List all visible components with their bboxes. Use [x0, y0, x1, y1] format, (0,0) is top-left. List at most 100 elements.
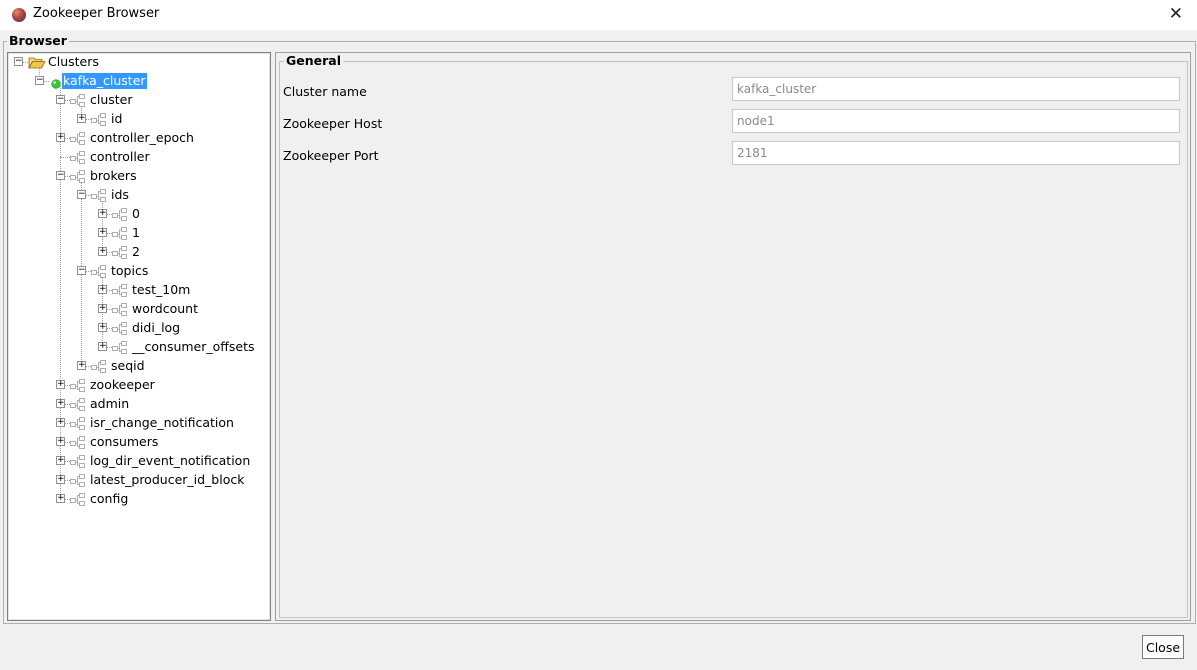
tree-node[interactable]: controller	[8, 148, 270, 167]
folder-open-icon	[28, 56, 46, 72]
collapse-icon[interactable]: −	[14, 57, 23, 66]
collapse-icon[interactable]: −	[56, 95, 65, 104]
tree-node-label: topics	[111, 263, 149, 278]
cluster-name-field[interactable]	[732, 77, 1180, 101]
zookeeper-host-field[interactable]	[732, 109, 1180, 133]
expand-icon[interactable]: +	[56, 494, 65, 503]
znode-icon	[91, 189, 107, 205]
collapse-icon[interactable]: −	[77, 190, 86, 199]
tree-node-label: 0	[132, 206, 140, 221]
tree-node-label: didi_log	[132, 320, 181, 335]
expand-icon[interactable]: +	[56, 456, 65, 465]
general-panel: General Cluster name Zookeeper Host Zook…	[275, 52, 1191, 621]
collapse-icon[interactable]: −	[35, 76, 44, 85]
expand-icon[interactable]: +	[56, 475, 65, 484]
tree-node-label: test_10m	[132, 282, 191, 297]
expand-icon[interactable]: +	[98, 323, 107, 332]
znode-icon	[112, 303, 128, 319]
zookeeper-port-label: Zookeeper Port	[283, 148, 379, 163]
tree-node[interactable]: + admin	[8, 395, 270, 414]
tree-node-label: id	[111, 111, 123, 126]
expand-icon[interactable]: +	[56, 380, 65, 389]
tree-node[interactable]: − cluster	[8, 91, 270, 110]
znode-icon	[112, 322, 128, 338]
title-bar[interactable]: Zookeeper Browser ✕	[0, 0, 1197, 30]
zookeeper-browser-window: Zookeeper Browser ✕ Browser − Clusters − ka…	[0, 0, 1197, 670]
collapse-icon[interactable]: −	[56, 171, 65, 180]
expand-icon[interactable]: +	[98, 285, 107, 294]
tree-node-label: seqid	[111, 358, 145, 373]
expand-icon[interactable]: +	[56, 133, 65, 142]
znode-icon	[112, 246, 128, 262]
connected-status-icon	[51, 77, 61, 92]
tree-node[interactable]: + id	[8, 110, 270, 129]
browser-group-legend: Browser	[7, 33, 69, 48]
close-button[interactable]: Close	[1142, 635, 1184, 659]
tree-node[interactable]: − brokers	[8, 167, 270, 186]
znode-icon	[70, 151, 86, 167]
expand-icon[interactable]: +	[98, 304, 107, 313]
tree-node[interactable]: + wordcount	[8, 300, 270, 319]
tree-node-label: controller_epoch	[90, 130, 194, 145]
tree-node-label: controller	[90, 149, 150, 164]
cluster-tree[interactable]: − Clusters − kafka_cluster − cluster + id + contr…	[7, 52, 271, 621]
znode-icon	[112, 284, 128, 300]
znode-icon	[91, 265, 107, 281]
tree-node-label: config	[90, 491, 129, 506]
znode-icon	[112, 227, 128, 243]
zookeeper-port-field[interactable]	[732, 141, 1180, 165]
tree-node-label: isr_change_notification	[90, 415, 234, 430]
tree-node[interactable]: + latest_producer_id_block	[8, 471, 270, 490]
expand-icon[interactable]: +	[56, 418, 65, 427]
expand-icon[interactable]: +	[98, 209, 107, 218]
tree-node-label: kafka_cluster	[62, 73, 147, 89]
znode-icon	[70, 132, 86, 148]
cluster-name-label: Cluster name	[283, 84, 367, 99]
tree-node[interactable]: + log_dir_event_notification	[8, 452, 270, 471]
znode-icon	[70, 379, 86, 395]
tree-node-label: latest_producer_id_block	[90, 472, 245, 487]
tree-node[interactable]: − kafka_cluster	[8, 72, 270, 91]
expand-icon[interactable]: +	[56, 399, 65, 408]
tree-node[interactable]: + config	[8, 490, 270, 509]
tree-node[interactable]: +2	[8, 243, 270, 262]
tree-node-label: admin	[90, 396, 130, 411]
expand-icon[interactable]: +	[56, 437, 65, 446]
tree-node[interactable]: + didi_log	[8, 319, 270, 338]
znode-icon	[70, 398, 86, 414]
znode-icon	[70, 493, 86, 509]
tree-node[interactable]: + zookeeper	[8, 376, 270, 395]
znode-icon	[91, 113, 107, 129]
expand-icon[interactable]: +	[77, 361, 86, 370]
znode-icon	[70, 94, 86, 110]
tree-node-label: brokers	[90, 168, 137, 183]
tree-node-label: ids	[111, 187, 129, 202]
tree-node[interactable]: + seqid	[8, 357, 270, 376]
tree-node[interactable]: + __consumer_offsets	[8, 338, 270, 357]
window-close-icon[interactable]: ✕	[1169, 3, 1183, 25]
tree-node[interactable]: +1	[8, 224, 270, 243]
tree-node[interactable]: + isr_change_notification	[8, 414, 270, 433]
zookeeper-host-label: Zookeeper Host	[283, 116, 383, 131]
tree-node-label: cluster	[90, 92, 133, 107]
tree-node[interactable]: + consumers	[8, 433, 270, 452]
tree-node[interactable]: − Clusters	[8, 53, 270, 72]
znode-icon	[70, 170, 86, 186]
expand-icon[interactable]: +	[98, 247, 107, 256]
znode-icon	[112, 208, 128, 224]
expand-icon[interactable]: +	[77, 114, 86, 123]
tree-node[interactable]: + test_10m	[8, 281, 270, 300]
tree-node-label: Clusters	[48, 54, 99, 69]
window-title: Zookeeper Browser	[33, 6, 160, 21]
tree-node-label: log_dir_event_notification	[90, 453, 251, 468]
expand-icon[interactable]: +	[98, 342, 107, 351]
tree-node[interactable]: − topics	[8, 262, 270, 281]
tree-node[interactable]: − ids	[8, 186, 270, 205]
znode-icon	[70, 455, 86, 471]
collapse-icon[interactable]: −	[77, 266, 86, 275]
expand-icon[interactable]: +	[98, 228, 107, 237]
znode-icon	[70, 436, 86, 452]
tree-node-label: wordcount	[132, 301, 198, 316]
tree-node[interactable]: +0	[8, 205, 270, 224]
tree-node[interactable]: + controller_epoch	[8, 129, 270, 148]
